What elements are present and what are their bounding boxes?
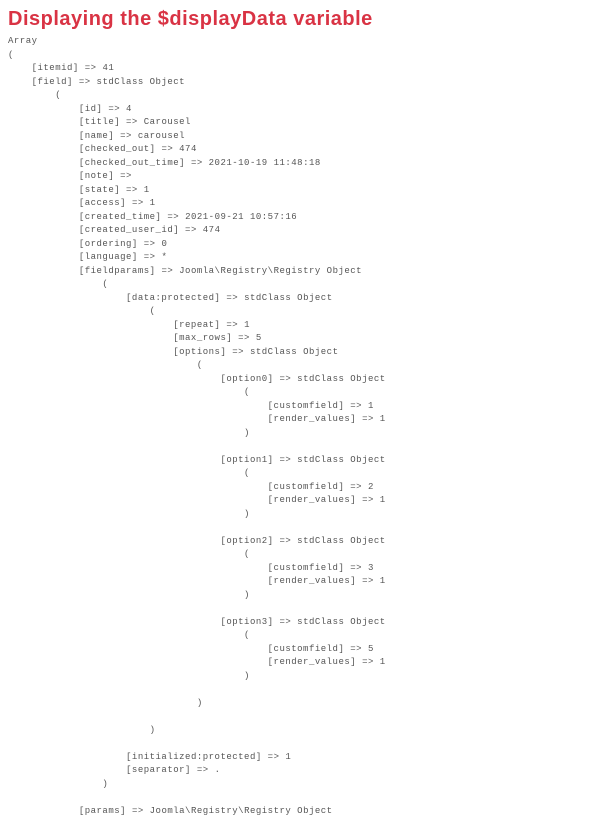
option3-key: [option3] bbox=[220, 617, 273, 627]
ordering-key: [ordering] bbox=[79, 239, 138, 249]
option2-render: 1 bbox=[380, 576, 386, 586]
checked-out-time-val: 2021-10-19 11:48:18 bbox=[209, 158, 321, 168]
customfield-key: [customfield] bbox=[268, 563, 345, 573]
render-values-key: [render_values] bbox=[268, 414, 357, 424]
option0-key: [option0] bbox=[220, 374, 273, 384]
access-val: 1 bbox=[150, 198, 156, 208]
repeat-key: [repeat] bbox=[173, 320, 220, 330]
var-dump: Array ( [itemid] => 41 [field] => stdCla… bbox=[8, 35, 603, 818]
option2-customfield: 3 bbox=[368, 563, 374, 573]
max-rows-key: [max_rows] bbox=[173, 333, 232, 343]
itemid-val: 41 bbox=[102, 63, 114, 73]
max-rows-val: 5 bbox=[256, 333, 262, 343]
created-user-id-key: [created_user_id] bbox=[79, 225, 179, 235]
repeat-val: 1 bbox=[244, 320, 250, 330]
access-key: [access] bbox=[79, 198, 126, 208]
option-type: stdClass Object bbox=[297, 455, 386, 465]
checked-out-val: 474 bbox=[179, 144, 197, 154]
name-val: carousel bbox=[138, 131, 185, 141]
language-val: * bbox=[161, 252, 167, 262]
option-type: stdClass Object bbox=[297, 617, 386, 627]
language-key: [language] bbox=[79, 252, 138, 262]
options-key: [options] bbox=[173, 347, 226, 357]
separator-key: [separator] bbox=[126, 765, 191, 775]
created-time-val: 2021-09-21 10:57:16 bbox=[185, 212, 297, 222]
option-type: stdClass Object bbox=[297, 536, 386, 546]
id-key: [id] bbox=[79, 104, 103, 114]
option-type: stdClass Object bbox=[297, 374, 386, 384]
options-type: stdClass Object bbox=[250, 347, 339, 357]
option1-customfield: 2 bbox=[368, 482, 374, 492]
fieldparams-type: Joomla\Registry\Registry Object bbox=[179, 266, 362, 276]
state-val: 1 bbox=[144, 185, 150, 195]
name-key: [name] bbox=[79, 131, 114, 141]
checked-out-key: [checked_out] bbox=[79, 144, 156, 154]
paren-open: ( bbox=[8, 50, 14, 60]
state-key: [state] bbox=[79, 185, 120, 195]
created-user-id-val: 474 bbox=[203, 225, 221, 235]
checked-out-time-key: [checked_out_time] bbox=[79, 158, 185, 168]
params-key: [params] bbox=[79, 806, 126, 816]
render-values-key: [render_values] bbox=[268, 576, 357, 586]
render-values-key: [render_values] bbox=[268, 657, 357, 667]
created-time-key: [created_time] bbox=[79, 212, 162, 222]
separator-val: . bbox=[215, 765, 221, 775]
option3-customfield: 5 bbox=[368, 644, 374, 654]
option3-render: 1 bbox=[380, 657, 386, 667]
fieldparams-key: [fieldparams] bbox=[79, 266, 156, 276]
note-key: [note] bbox=[79, 171, 114, 181]
ordering-val: 0 bbox=[161, 239, 167, 249]
page-title: Displaying the $displayData variable bbox=[8, 8, 603, 31]
id-val: 4 bbox=[126, 104, 132, 114]
initialized-val: 1 bbox=[285, 752, 291, 762]
data-protected-key: [data:protected] bbox=[126, 293, 220, 303]
field-key: [field] bbox=[32, 77, 73, 87]
title-key: [title] bbox=[79, 117, 120, 127]
option0-customfield: 1 bbox=[368, 401, 374, 411]
option0-render: 1 bbox=[380, 414, 386, 424]
initialized-key: [initialized:protected] bbox=[126, 752, 262, 762]
customfield-key: [customfield] bbox=[268, 401, 345, 411]
itemid-key: [itemid] bbox=[32, 63, 79, 73]
root-type: Array bbox=[8, 36, 38, 46]
render-values-key: [render_values] bbox=[268, 495, 357, 505]
customfield-key: [customfield] bbox=[268, 644, 345, 654]
params-type: Joomla\Registry\Registry Object bbox=[150, 806, 333, 816]
option2-key: [option2] bbox=[220, 536, 273, 546]
data-protected-type: stdClass Object bbox=[244, 293, 333, 303]
customfield-key: [customfield] bbox=[268, 482, 345, 492]
field-type: stdClass Object bbox=[97, 77, 186, 87]
option1-render: 1 bbox=[380, 495, 386, 505]
option1-key: [option1] bbox=[220, 455, 273, 465]
title-val: Carousel bbox=[144, 117, 191, 127]
